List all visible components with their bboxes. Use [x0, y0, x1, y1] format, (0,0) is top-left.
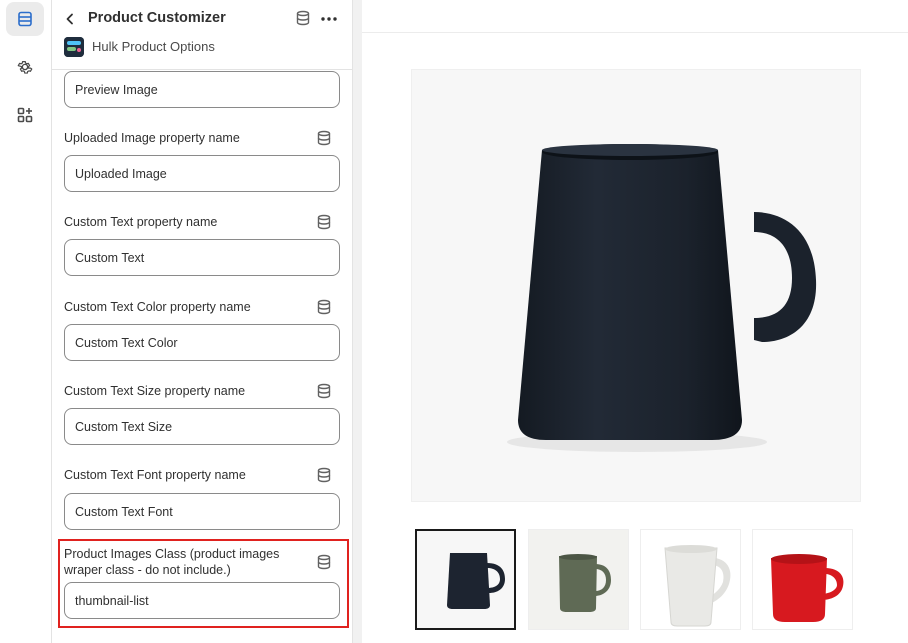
thumbnail-3[interactable]	[640, 529, 741, 630]
ellipsis-icon	[321, 17, 337, 21]
database-icon[interactable]	[295, 10, 311, 26]
highlight-box	[58, 539, 349, 628]
panel-divider	[352, 0, 362, 643]
back-button[interactable]	[60, 9, 80, 29]
uploaded-image-input[interactable]: Uploaded Image	[64, 155, 340, 192]
apps-icon	[17, 107, 33, 123]
custom-text-size-label: Custom Text Size property name	[64, 384, 246, 398]
app-name: Hulk Product Options	[92, 39, 215, 54]
database-icon[interactable]	[316, 467, 332, 483]
main-product-image	[411, 69, 861, 502]
custom-text-color-input[interactable]: Custom Text Color	[64, 324, 340, 361]
database-icon[interactable]	[316, 130, 332, 146]
custom-text-color-label: Custom Text Color property name	[64, 300, 251, 314]
thumbnail-2[interactable]	[528, 529, 629, 630]
more-options-button[interactable]	[318, 9, 340, 29]
thumbnail-4[interactable]	[752, 529, 853, 630]
preview-image-property-input[interactable]: Preview Image	[64, 71, 340, 108]
thumbnail-1[interactable]	[415, 529, 516, 630]
settings-button[interactable]	[6, 50, 44, 84]
database-icon[interactable]	[316, 299, 332, 315]
storefront-preview	[362, 0, 908, 643]
preview-topbar	[362, 0, 908, 33]
sections-icon	[18, 11, 32, 27]
custom-text-size-input[interactable]: Custom Text Size	[64, 408, 340, 445]
custom-text-font-label: Custom Text Font property name	[64, 468, 246, 482]
custom-text-label: Custom Text property name	[64, 215, 218, 229]
sections-button[interactable]	[6, 2, 44, 36]
chevron-left-icon	[66, 13, 73, 25]
database-icon[interactable]	[316, 383, 332, 399]
panel-header: Product Customizer Hulk Product Options	[52, 0, 352, 70]
app-logo	[64, 37, 84, 57]
apps-button[interactable]	[6, 98, 44, 132]
uploaded-image-label: Uploaded Image property name	[64, 131, 240, 145]
database-icon[interactable]	[316, 214, 332, 230]
custom-text-input[interactable]: Custom Text	[64, 239, 340, 276]
custom-text-font-input[interactable]: Custom Text Font	[64, 493, 340, 530]
gear-icon	[17, 61, 33, 74]
panel-title: Product Customizer	[88, 10, 226, 26]
icon-rail	[0, 0, 52, 643]
